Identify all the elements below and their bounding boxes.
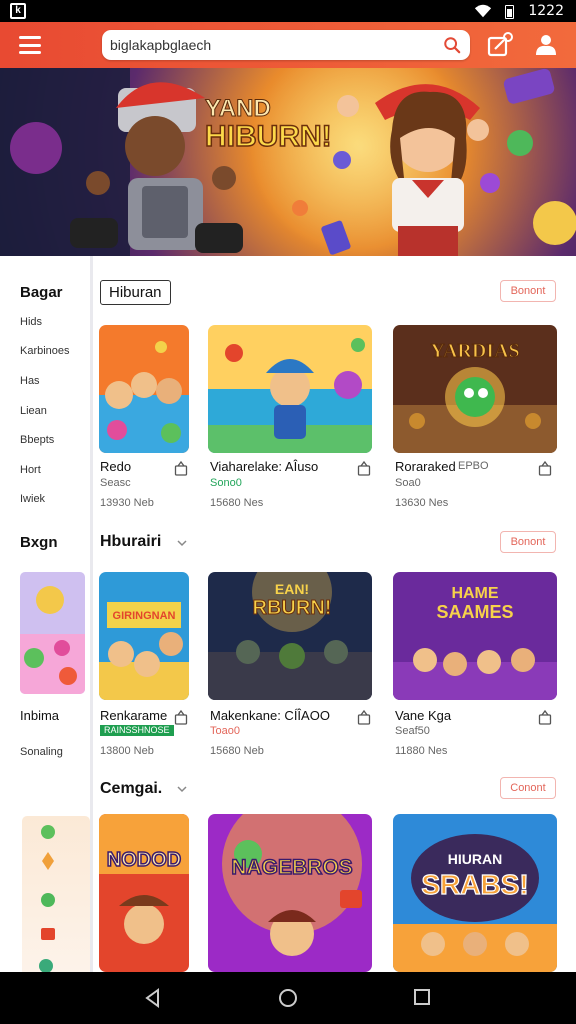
search-bar[interactable]: biglakapbglaech <box>102 30 470 60</box>
game-thumbnail[interactable]: NODOD <box>99 814 189 972</box>
search-input[interactable]: biglakapbglaech <box>110 37 211 53</box>
game-thumbnail[interactable]: HIURAN SRABS! <box>393 814 557 972</box>
banner-headline-1: YAND <box>205 95 271 122</box>
game-title[interactable]: Renkarame <box>100 708 167 723</box>
lock-icon[interactable] <box>174 709 188 725</box>
sidebar-item[interactable]: Hort <box>20 464 41 476</box>
sidebar-item[interactable]: Iwiek <box>20 493 45 505</box>
lock-icon[interactable] <box>357 709 371 725</box>
app-notification-icon: k <box>10 3 26 19</box>
game-title[interactable]: Redo <box>100 459 131 474</box>
game-meta: 13930 Neb <box>100 497 154 509</box>
game-title-extra: EPBO <box>458 460 489 472</box>
section-title: Hburairi <box>100 533 162 550</box>
profile-icon[interactable] <box>532 31 560 59</box>
lock-icon[interactable] <box>538 460 552 476</box>
sidebar-item[interactable]: Karbinoes <box>20 345 70 357</box>
edit-notification-icon[interactable] <box>486 31 514 59</box>
sidebar-item[interactable]: Bbepts <box>20 434 54 446</box>
sidebar-item[interactable]: Hids <box>20 316 42 328</box>
game-title[interactable]: Viaharelake: AÎuso <box>210 459 318 474</box>
battery-icon <box>505 5 514 19</box>
sidebar-label[interactable]: Sonaling <box>20 746 63 758</box>
game-meta: 15680 Nes <box>210 497 264 509</box>
game-art-title: NAGEBROS <box>231 856 352 879</box>
game-art-title: HAME <box>451 585 498 602</box>
sidebar-heading: Bagar <box>20 284 63 301</box>
status-time: 1222 <box>528 3 564 19</box>
system-nav-bar <box>0 972 576 1024</box>
menu-icon[interactable] <box>19 36 41 54</box>
status-bar: k 1222 <box>0 0 576 22</box>
chevron-down-icon[interactable] <box>176 537 188 549</box>
sidebar-item[interactable]: Has <box>20 375 40 387</box>
top-app-bar: biglakapbglaech <box>0 22 576 68</box>
section-title: Cemgai. <box>100 780 163 797</box>
game-thumbnail[interactable]: EAN! RBURN! <box>208 572 372 700</box>
game-art-title: SAAMES <box>436 602 513 622</box>
game-badge: RAINSSHNOSE <box>100 725 174 736</box>
game-subtitle: Seasc <box>100 477 131 489</box>
game-thumbnail[interactable] <box>99 325 189 453</box>
hero-banner[interactable]: YAND HIBURN! <box>0 68 576 256</box>
recents-icon[interactable] <box>413 988 431 1006</box>
game-thumbnail[interactable]: GIRINGNAN <box>99 572 189 700</box>
game-thumbnail[interactable]: NAGEBROS <box>208 814 372 972</box>
game-art-title: GIRINGNAN <box>113 610 176 622</box>
game-art-title: EAN! <box>275 581 309 597</box>
search-icon[interactable] <box>443 36 461 54</box>
wifi-icon <box>474 4 492 18</box>
game-title[interactable]: Makenkane: CÍÎAOO <box>210 708 330 723</box>
game-subtitle: Toao0 <box>210 725 240 737</box>
hero-banner-art: YAND HIBURN! <box>0 68 576 256</box>
section-title: Hiburan <box>100 280 171 305</box>
banner-headline-2: HIBURN! <box>205 120 332 153</box>
chevron-down-icon[interactable] <box>176 783 188 795</box>
sidebar-label: Inbima <box>20 708 60 723</box>
sidebar-item[interactable]: Liean <box>20 405 47 417</box>
sidebar-thumbnail[interactable] <box>20 572 85 694</box>
game-title[interactable]: Roraraked <box>395 459 456 474</box>
home-icon[interactable] <box>278 988 298 1008</box>
game-thumbnail[interactable]: HAME SAAMES <box>393 572 557 700</box>
see-more-button[interactable]: Conont <box>500 777 556 799</box>
lock-icon[interactable] <box>357 460 371 476</box>
game-subtitle: Soa0 <box>395 477 421 489</box>
sidebar-icon-list <box>22 816 90 976</box>
game-meta: 15680 Neb <box>210 745 264 757</box>
lock-icon[interactable] <box>174 460 188 476</box>
game-art-title: YARDIAS <box>430 340 519 362</box>
game-art-title: SRABS! <box>421 869 528 900</box>
see-more-button[interactable]: Bonont <box>500 280 556 302</box>
game-art-title: RBURN! <box>253 597 332 619</box>
game-subtitle: Sono0 <box>210 477 242 489</box>
back-icon[interactable] <box>144 988 162 1008</box>
game-title[interactable]: Vane Kga <box>395 708 451 723</box>
game-subtitle: Seaf50 <box>395 725 430 737</box>
game-thumbnail[interactable]: YARDIAS <box>393 325 557 453</box>
game-art-title: NODOD <box>107 849 181 871</box>
game-meta: 11880 Nes <box>395 745 448 757</box>
game-art-title: HIURAN <box>448 851 502 867</box>
category-sidebar: Bagar Hids Karbinoes Has Liean Bbepts Ho… <box>0 256 93 976</box>
game-thumbnail[interactable] <box>208 325 372 453</box>
game-meta: 13800 Neb <box>100 745 154 757</box>
game-meta: 13630 Nes <box>395 497 449 509</box>
lock-icon[interactable] <box>538 709 552 725</box>
sidebar-heading: Bxgn <box>20 534 58 551</box>
see-more-button[interactable]: Bonont <box>500 531 556 553</box>
